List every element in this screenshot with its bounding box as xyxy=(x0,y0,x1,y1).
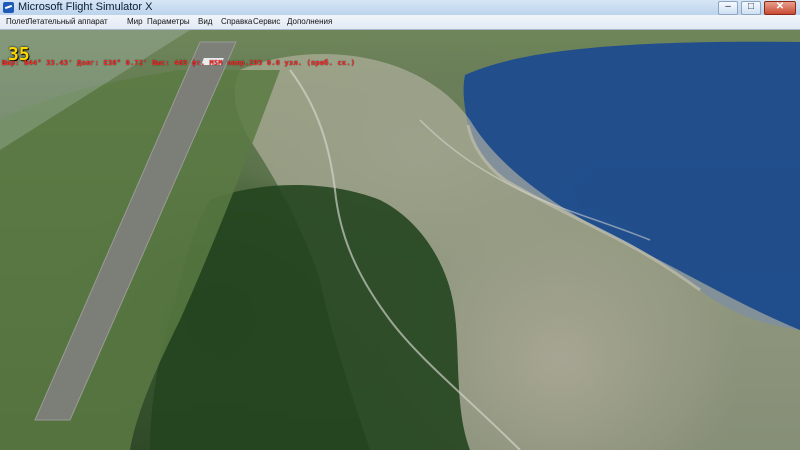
menu-world[interactable]: Мир xyxy=(127,16,143,28)
menu-view[interactable]: Вид xyxy=(198,16,212,28)
maximize-button[interactable]: □ xyxy=(741,1,761,15)
app-window: Microsoft Flight Simulator X – □ ✕ Полет… xyxy=(0,0,800,450)
position-readout: Шир: N44° 33.43' Долг: E38° 0.72' Выс: 4… xyxy=(2,59,356,67)
close-button[interactable]: ✕ xyxy=(764,1,796,15)
menu-polet[interactable]: Полет xyxy=(6,16,29,28)
menu-aircraft[interactable]: Летательный аппарат xyxy=(27,16,108,28)
menu-tools[interactable]: Сервис xyxy=(253,16,280,28)
scenery-graphic xyxy=(0,30,800,450)
airplane-icon[interactable] xyxy=(3,2,14,13)
menu-bar: Полет Летательный аппарат Мир Параметры … xyxy=(0,15,800,30)
minimize-icon: – xyxy=(725,1,731,12)
flight-scenery-view[interactable]: 35 Шир: N44° 33.43' Долг: E38° 0.72' Выс… xyxy=(0,30,800,450)
close-icon: ✕ xyxy=(775,1,785,12)
window-controls: – □ ✕ xyxy=(718,1,796,15)
menu-options[interactable]: Параметры xyxy=(147,16,190,28)
menu-addons[interactable]: Дополнения xyxy=(287,16,332,28)
window-title: Microsoft Flight Simulator X xyxy=(18,1,153,13)
menu-help[interactable]: Справка xyxy=(221,16,252,28)
minimize-button[interactable]: – xyxy=(718,1,738,15)
maximize-icon: □ xyxy=(747,1,755,12)
title-bar[interactable]: Microsoft Flight Simulator X – □ ✕ xyxy=(0,0,800,16)
